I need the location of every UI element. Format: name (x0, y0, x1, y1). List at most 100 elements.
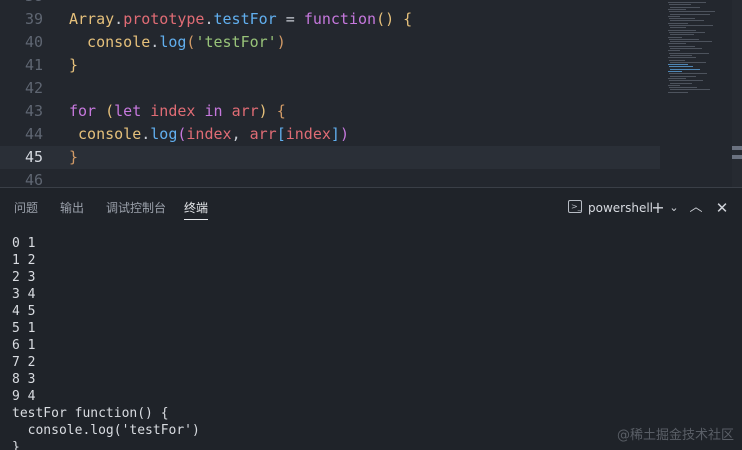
line-number: 45 (24, 148, 43, 166)
code-token: () (376, 10, 404, 28)
minimap-line (670, 54, 692, 56)
code-editor[interactable]: 38 39 Array.prototype.testFor = function()… (0, 0, 742, 187)
code-line[interactable]: 41} (0, 54, 660, 77)
terminal-line: 4 5 (12, 304, 36, 319)
code-text: for (let index in arr) { (69, 100, 286, 123)
minimap-line (668, 43, 686, 45)
panel-tabs: 问题 输出 调试控制台 终端 (0, 188, 520, 228)
code-token: console (69, 125, 142, 143)
minimap-line (668, 15, 680, 17)
code-line[interactable]: 39 Array.prototype.testFor = function() { (0, 8, 660, 31)
line-number: 43 (24, 102, 43, 120)
active-tab-indicator (184, 219, 209, 220)
code-token: 'testFor' (195, 33, 277, 51)
line-number: 40 (24, 33, 43, 51)
tab-terminal[interactable]: 终端 (184, 188, 209, 228)
minimap-line (669, 73, 707, 75)
close-icon[interactable]: ✕ (712, 196, 732, 220)
code-token: console (69, 33, 151, 51)
code-token: index (285, 125, 331, 143)
chevron-down-icon[interactable]: ⌄ (664, 196, 684, 220)
tab-output[interactable]: 输出 (60, 188, 84, 228)
line-number: 39 (24, 10, 43, 28)
code-token: ( (105, 102, 115, 120)
terminal-line: 7 2 (12, 355, 36, 370)
minimap-line (670, 41, 712, 43)
code-token: [ (276, 125, 286, 143)
tab-label: 调试控制台 (106, 201, 167, 215)
code-token: ) (339, 125, 349, 143)
editor-scrollbar[interactable] (732, 0, 742, 187)
code-line[interactable]: 45} (0, 146, 660, 169)
minimap-line (668, 36, 682, 38)
code-token: , (231, 125, 250, 143)
minimap-line (668, 50, 680, 52)
tab-problems[interactable]: 问题 (14, 188, 38, 228)
terminal-line: 8 3 (12, 372, 36, 387)
code-token: { (276, 102, 286, 120)
chevron-up-icon[interactable]: ︿ (686, 196, 706, 220)
code-token: . (150, 33, 160, 51)
minimap-line (669, 11, 715, 13)
code-token: ] (330, 125, 340, 143)
code-text: } (69, 54, 78, 77)
bottom-panel: 问题 输出 调试控制台 终端 >_ powershell + ⌄ ︿ ✕ 0 11 2… (0, 187, 742, 450)
minimap-line (669, 4, 691, 6)
scrollbar-marker (732, 146, 742, 150)
minimap-line (670, 82, 692, 84)
minimap-line (670, 20, 704, 22)
minimap-line (670, 68, 700, 70)
minimap-line (669, 18, 695, 20)
tab-label: 输出 (60, 201, 85, 215)
minimap-line (668, 84, 680, 86)
shell-label: powershell (588, 201, 653, 215)
minimap-line (670, 13, 710, 15)
code-line[interactable]: 40 console.log('testFor') (0, 31, 660, 54)
code-line[interactable]: 38 (0, 0, 660, 8)
code-token: testFor (213, 10, 277, 28)
terminal-line: 5 1 (12, 321, 36, 336)
minimap-line (668, 64, 688, 66)
minimap-line (668, 2, 706, 3)
minimap-line (670, 27, 686, 29)
minimap[interactable] (666, 0, 728, 100)
code-token: let (114, 102, 151, 120)
code-text: console.log(index, arr[index]) (69, 123, 349, 146)
minimap-line (668, 29, 696, 31)
terminal-icon: >_ (568, 200, 582, 213)
code-token: } (69, 148, 79, 166)
code-token: arr (231, 102, 259, 120)
code-token: . (141, 125, 151, 143)
minimap-line (668, 91, 688, 93)
code-token: arr (249, 125, 277, 143)
code-token: log (150, 125, 178, 143)
code-text: Array.prototype.testFor = function() { (69, 8, 412, 31)
minimap-line (670, 6, 700, 8)
minimap-line (670, 48, 702, 49)
minimap-line (668, 57, 696, 59)
minimap-line (669, 52, 709, 54)
code-token: log (159, 33, 187, 51)
terminal-line: 3 4 (12, 287, 36, 302)
minimap-line (668, 71, 682, 72)
terminal-line: 0 1 (12, 236, 36, 251)
minimap-line (670, 75, 696, 77)
code-text: console.log('testFor') (69, 31, 286, 54)
code-token: index (186, 125, 232, 143)
code-text: } (69, 146, 78, 169)
code-line[interactable]: 42 (0, 77, 660, 100)
terminal-line: 2 3 (12, 270, 36, 285)
terminal-output[interactable]: 0 1 1 2 2 3 3 4 4 5 5 1 6 1 7 2 8 3 9 4 testFor fu… (12, 235, 732, 450)
vscode-window: 38 39 Array.prototype.testFor = function()… (0, 0, 742, 450)
code-token: function (303, 10, 377, 28)
scrollbar-marker (732, 155, 742, 159)
line-number: 41 (24, 56, 43, 74)
code-line[interactable]: 44 console.log(index, arr[index]) (0, 123, 660, 146)
code-line[interactable]: 43 for (let index in arr) { (0, 100, 660, 123)
terminal-shell-selector[interactable]: >_ powershell (566, 196, 653, 220)
minimap-line (669, 87, 697, 89)
terminal-line: 6 1 (12, 338, 36, 353)
code-line[interactable]: 46 (0, 169, 660, 187)
tab-debug-console[interactable]: 调试控制台 (106, 188, 166, 228)
minimap-line (668, 22, 688, 24)
